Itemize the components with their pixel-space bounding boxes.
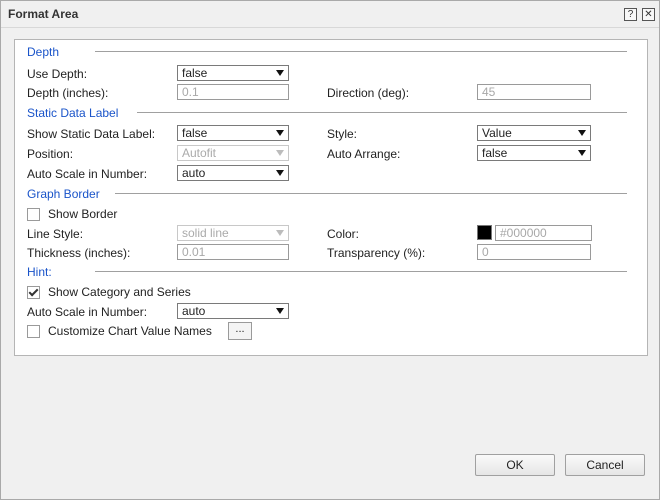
use-depth-label: Use Depth: [27, 67, 88, 81]
transparency-label: Transparency (%): [327, 246, 426, 260]
show-static-label-select[interactable]: false [177, 125, 289, 141]
use-depth-select[interactable]: false [177, 65, 289, 81]
show-border-label[interactable]: Show Border [48, 207, 117, 221]
section-divider [95, 51, 627, 52]
chevron-down-icon [578, 150, 586, 156]
customize-names-label[interactable]: Customize Chart Value Names [48, 324, 212, 338]
style-select[interactable]: Value [477, 125, 591, 141]
position-label: Position: [27, 147, 74, 161]
direction-label: Direction (deg): [327, 86, 410, 100]
show-category-series-checkbox[interactable] [27, 286, 40, 299]
chevron-down-icon [276, 308, 284, 314]
hint-auto-scale-label: Auto Scale in Number: [27, 305, 148, 319]
title-bar: Format Area ? ✕ [1, 1, 659, 28]
customize-names-browse-button[interactable]: ... [228, 322, 252, 340]
color-label: Color: [327, 227, 360, 241]
chevron-down-icon [276, 70, 284, 76]
section-depth-title: Depth [27, 45, 60, 59]
settings-panel: Depth Use Depth: false Depth (inches): 0… [14, 39, 648, 356]
section-divider [115, 193, 627, 194]
line-style-select[interactable]: solid line [177, 225, 289, 241]
depth-inches-input[interactable]: 0.1 [177, 84, 289, 100]
close-icon[interactable]: ✕ [642, 8, 655, 21]
auto-scale-select[interactable]: auto [177, 165, 289, 181]
chevron-down-icon [276, 170, 284, 176]
style-label: Style: [327, 127, 358, 141]
chevron-down-icon [276, 230, 284, 236]
chevron-down-icon [578, 130, 586, 136]
ok-button[interactable]: OK [475, 454, 555, 476]
auto-arrange-select[interactable]: false [477, 145, 591, 161]
line-style-label: Line Style: [27, 227, 84, 241]
thickness-label: Thickness (inches): [27, 246, 131, 260]
auto-scale-label: Auto Scale in Number: [27, 167, 148, 181]
customize-names-checkbox[interactable] [27, 325, 40, 338]
cancel-button[interactable]: Cancel [565, 454, 645, 476]
chevron-down-icon [276, 130, 284, 136]
section-hint-title: Hint: [27, 265, 52, 279]
show-static-label-label: Show Static Data Label: [27, 127, 156, 141]
chevron-down-icon [276, 150, 284, 156]
section-divider [137, 112, 627, 113]
thickness-input[interactable]: 0.01 [177, 244, 289, 260]
show-category-series-label[interactable]: Show Category and Series [48, 285, 191, 299]
direction-input[interactable]: 45 [477, 84, 591, 100]
section-divider [95, 271, 627, 272]
auto-arrange-label: Auto Arrange: [327, 147, 401, 161]
position-select[interactable]: Autofit [177, 145, 289, 161]
dialog-title: Format Area [8, 7, 79, 21]
color-swatch[interactable] [477, 225, 492, 240]
hint-auto-scale-select[interactable]: auto [177, 303, 289, 319]
depth-inches-label: Depth (inches): [27, 86, 109, 100]
show-border-checkbox[interactable] [27, 208, 40, 221]
help-icon[interactable]: ? [624, 8, 637, 21]
transparency-input[interactable]: 0 [477, 244, 591, 260]
section-graph-border-title: Graph Border [27, 187, 100, 201]
format-area-dialog: Format Area ? ✕ Depth Use Depth: false D… [0, 0, 660, 500]
color-hex-input[interactable]: #000000 [495, 225, 592, 241]
section-static-label-title: Static Data Label [27, 106, 119, 120]
